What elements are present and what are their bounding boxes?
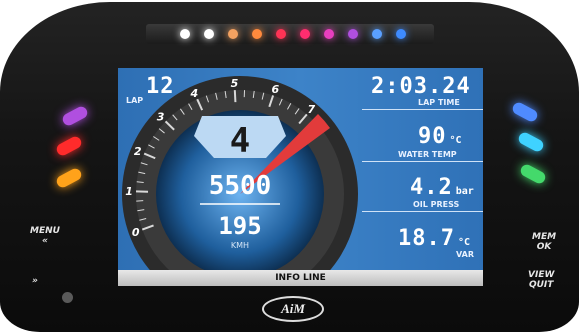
shift-light-5 [276,29,286,39]
shift-light-7 [324,29,334,39]
water-temp-unit: °C [449,135,462,146]
rpm-scale-label: 6 [272,83,280,96]
rpm-scale-label: 3 [157,110,165,123]
divider-3 [362,211,483,212]
next-button[interactable]: » [32,276,38,286]
oil-press-unit: bar [455,186,474,197]
mem-ok-button[interactable]: MEM OK [532,232,556,252]
oil-press-value: 4.2 [410,175,453,200]
mem-label: MEM [532,232,557,242]
view-label: VIEW [528,270,555,280]
dashboard-device: 01234567 4 5500 195 KMH 12 LAP 2:03.24 L… [0,0,579,332]
aim-logo: AiM [262,296,324,322]
lap-time-value: 2:03.24 [371,74,471,99]
shift-light-1 [180,29,190,39]
speed-unit: KMH [231,241,249,250]
water-temp-label: WATER TEMP [398,150,457,159]
oil-press-label: OIL PRESS [413,200,460,209]
shift-light-6 [300,29,310,39]
rpm-scale-label: 1 [125,185,133,198]
display-screen: 01234567 4 5500 195 KMH 12 LAP 2:03.24 L… [118,68,483,286]
shift-light-2 [204,29,214,39]
rpm-scale-label: 5 [231,77,239,90]
var-unit: °C [457,237,471,248]
rpm-scale-label: 0 [132,226,140,239]
lap-label: LAP [126,96,144,105]
shift-light-10 [396,29,406,39]
gauge-tick [233,90,237,103]
menu-button[interactable]: MENU « [30,226,60,246]
water-temp-field: 90 °C [418,124,462,149]
shift-light-3 [228,29,238,39]
lap-time-label: LAP TIME [418,98,460,107]
menu-label: MENU [30,226,60,236]
divider-2 [362,161,483,162]
info-line: INFO LINE [118,270,483,286]
var-label: VAR [456,250,474,259]
next-icon: » [32,276,38,286]
var-value: 18.7 [398,226,455,251]
gear-indicator: 4 [230,121,250,161]
shift-light-9 [372,29,382,39]
shift-light-bar [146,24,434,44]
ok-label: OK [536,242,552,252]
rpm-scale-label: 4 [190,87,199,100]
view-quit-button[interactable]: VIEW QUIT [528,270,554,290]
lap-value: 12 [146,74,175,99]
status-light [62,292,73,303]
divider-1 [362,109,483,110]
rpm-scale-label: 2 [134,145,142,158]
menu-back-icon: « [42,236,48,246]
water-temp-value: 90 [418,124,447,149]
shift-light-4 [252,29,262,39]
shift-light-8 [348,29,358,39]
quit-label: QUIT [528,280,554,290]
var-field: 18.7 °C [398,226,470,251]
speed-value: 195 [218,212,261,240]
rpm-value: 5500 [209,171,272,201]
rpm-scale-label: 7 [308,103,316,116]
oil-press-field: 4.2 bar [410,175,474,200]
